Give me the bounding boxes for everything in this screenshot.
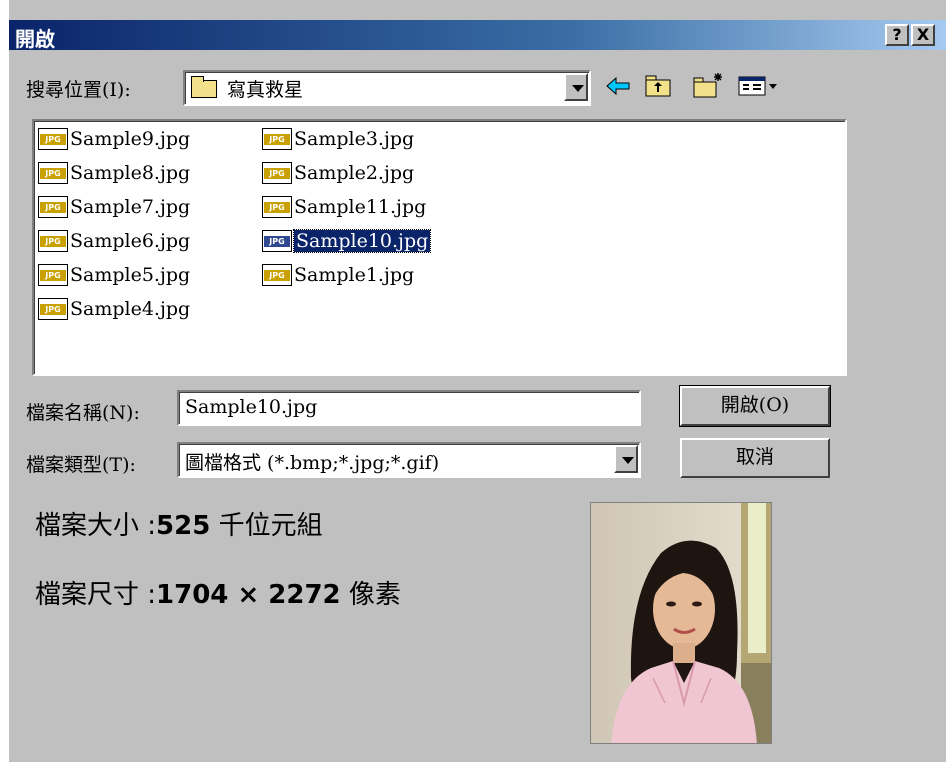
open-button[interactable]: 開啟(O) [679,385,831,427]
help-button[interactable]: ? [885,24,909,46]
file-dimension-value: 1704 × 2272 [156,580,341,610]
file-size-label: 檔案大小 : [35,511,157,541]
file-item[interactable]: JPG Sample3.jpg [262,125,414,153]
lookin-label: 搜尋位置(I): [26,79,131,101]
filetype-combo[interactable]: 圖檔格式 (*.bmp;*.jpg;*.gif) [177,442,641,478]
jpg-file-icon: JPG [262,230,292,252]
file-size-unit: 千位元組 [210,511,323,541]
up-folder-icon[interactable] [643,72,673,100]
file-dimension-unit: 像素 [340,580,401,610]
file-dimension-label: 檔案尺寸 : [35,580,157,610]
file-item[interactable]: JPG Sample9.jpg [38,125,190,153]
jpg-file-icon: JPG [262,162,292,184]
jpg-file-icon: JPG [38,128,68,150]
view-menu-icon[interactable] [737,72,781,100]
title-bar[interactable]: 開啟 ? X [9,20,946,51]
jpg-file-icon: JPG [38,298,68,320]
close-button[interactable]: X [911,24,935,46]
lookin-combo[interactable]: 寫真救星 [183,70,591,106]
file-size-value: 525 [156,511,211,541]
jpg-file-icon: JPG [38,162,68,184]
new-folder-icon[interactable] [691,70,725,100]
jpg-file-icon: JPG [38,230,68,252]
jpg-file-icon: JPG [262,264,292,286]
portrait-photo [591,503,771,743]
cancel-button[interactable]: 取消 [680,438,830,478]
filename-value: Sample10.jpg [185,396,318,418]
file-item[interactable]: JPG Sample4.jpg [38,295,190,323]
desktop-edge [0,0,9,762]
filetype-dropdown-button[interactable] [614,445,638,473]
file-dimension-info: 檔案尺寸 :1704 × 2272 像素 [35,574,401,611]
filename-field[interactable]: Sample10.jpg [177,390,641,426]
lookin-value: 寫真救星 [227,79,304,101]
open-file-dialog: 開啟 ? X 搜尋位置(I): 寫真救星 JPG Sample9.jpg JPG… [9,0,946,762]
file-item[interactable]: JPG Sample7.jpg [38,193,190,221]
file-item[interactable]: JPG Sample11.jpg [262,193,426,221]
file-item[interactable]: JPG Sample6.jpg [38,227,190,255]
filetype-value: 圖檔格式 (*.bmp;*.jpg;*.gif) [185,452,440,474]
file-item-selected[interactable]: JPG Sample10.jpg [262,227,432,255]
jpg-file-icon: JPG [262,196,292,218]
file-item[interactable]: JPG Sample1.jpg [262,261,414,289]
filetype-label: 檔案類型(T): [26,454,136,476]
filename-label: 檔案名稱(N): [26,402,140,424]
file-size-info: 檔案大小 :525 千位元組 [35,505,323,542]
back-arrow-icon[interactable] [605,72,633,100]
image-preview [590,502,772,744]
jpg-file-icon: JPG [38,196,68,218]
jpg-file-icon: JPG [38,264,68,286]
file-item[interactable]: JPG Sample8.jpg [38,159,190,187]
file-item[interactable]: JPG Sample5.jpg [38,261,190,289]
lookin-dropdown-button[interactable] [564,73,588,101]
window-title: 開啟 [15,27,55,51]
jpg-file-icon: JPG [262,128,292,150]
file-list[interactable]: JPG Sample9.jpg JPG Sample8.jpg JPG Samp… [32,119,847,376]
file-item[interactable]: JPG Sample2.jpg [262,159,414,187]
folder-icon [191,76,217,98]
